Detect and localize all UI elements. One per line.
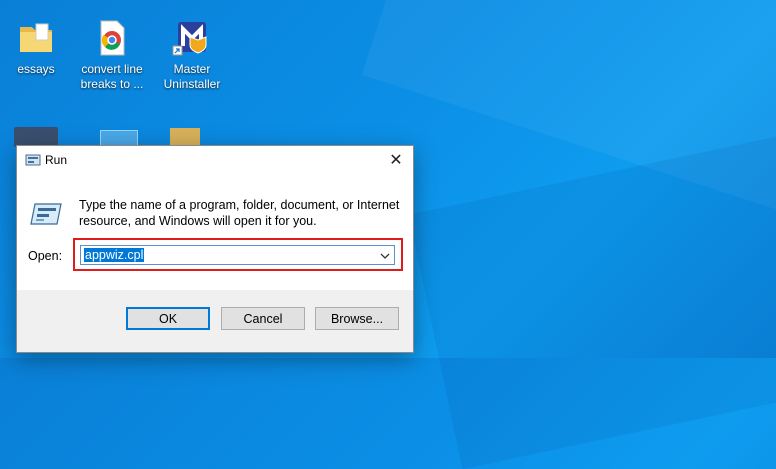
cancel-button[interactable]: Cancel [221,307,305,330]
desktop-icon-label: essays [17,62,55,76]
close-button[interactable]: ✕ [379,146,413,174]
open-combobox[interactable]: appwiz.cpl [80,245,395,265]
open-label: Open: [28,249,63,263]
ok-button[interactable]: OK [126,307,210,330]
desktop-icon-essays[interactable]: essays [0,18,72,77]
title-bar[interactable]: Run ✕ [17,146,413,174]
desktop-icon-label-line1: Master [173,62,211,76]
close-icon: ✕ [389,152,403,169]
open-input-value[interactable]: appwiz.cpl [84,248,145,262]
run-app-icon [25,153,41,167]
chrome-shortcut-icon [92,18,132,58]
dialog-title: Run [45,153,68,167]
browse-button[interactable]: Browse... [315,307,399,330]
desktop-icon-label-line2: Uninstaller [163,77,221,91]
desktop-icon-label-line1: convert line [81,62,143,76]
partially-hidden-desktop-icon [14,127,58,147]
desktop-icon-convert-line-breaks[interactable]: convert line breaks to ... [76,18,148,92]
desktop-icon-master-uninstaller[interactable]: Master Uninstaller [156,18,228,92]
folder-icon [16,18,56,58]
chevron-down-icon[interactable] [379,249,391,261]
run-program-icon [29,200,63,228]
partially-hidden-desktop-icon [170,128,200,146]
desktop-icon-label-line2: breaks to ... [80,77,144,91]
wallpaper-shadow-beam [408,110,776,469]
dialog-description: Type the name of a program, folder, docu… [79,198,400,228]
master-uninstaller-icon [172,18,212,58]
run-dialog: Run ✕ Type the name of a program, folder… [16,145,414,353]
